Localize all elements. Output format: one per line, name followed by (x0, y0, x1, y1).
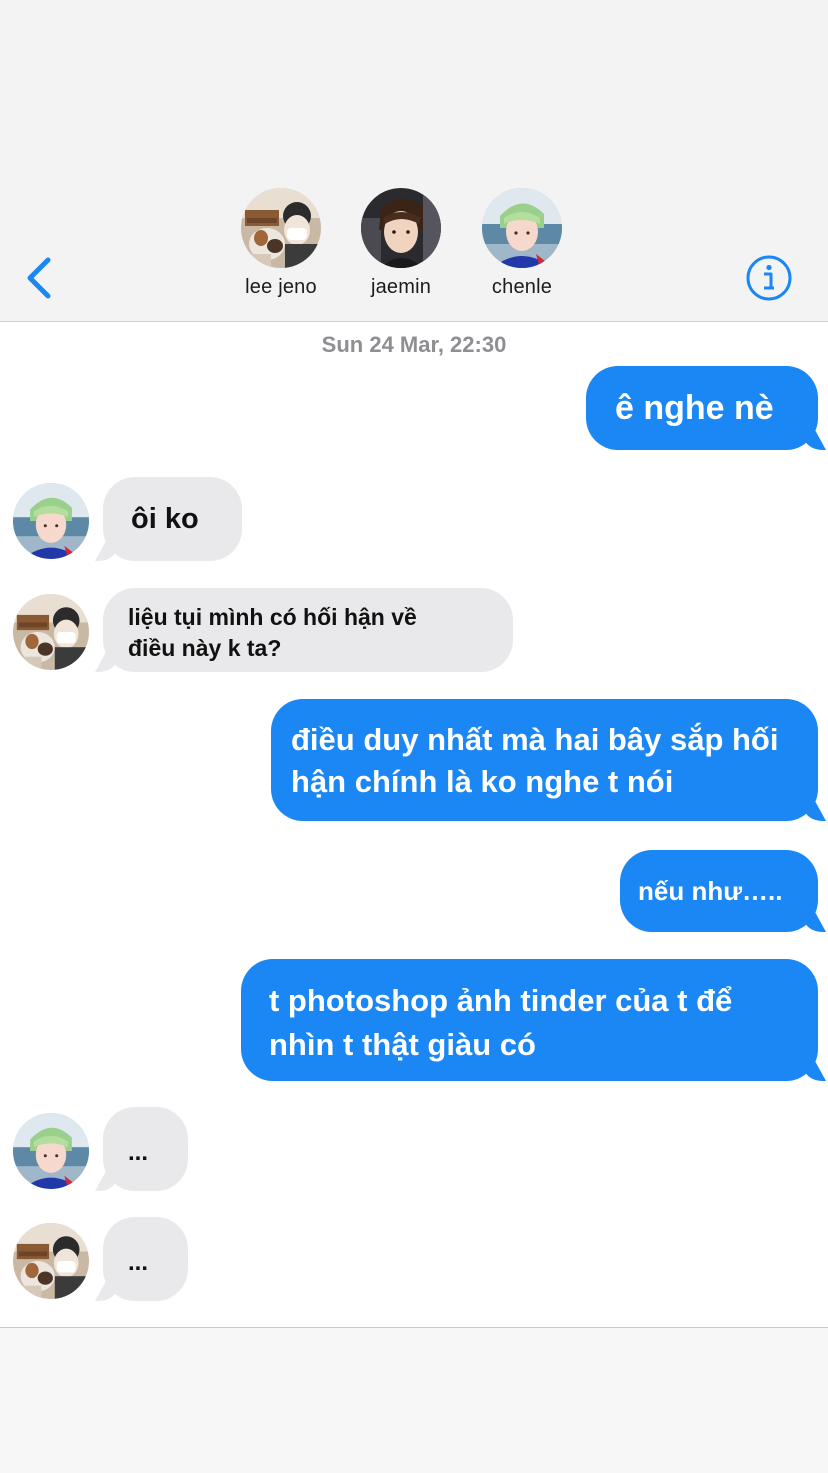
chevron-left-icon (27, 257, 51, 299)
conversation-header: lee jeno jaemin chenle (0, 0, 828, 322)
participant-name: lee jeno (245, 276, 317, 298)
back-button[interactable] (20, 252, 60, 304)
incoming-message[interactable]: ôi ko (103, 477, 242, 561)
info-button[interactable] (745, 254, 793, 302)
sender-avatar-lee-jeno[interactable] (13, 594, 89, 670)
avatar (13, 594, 89, 670)
sender-avatar-chenle[interactable] (13, 1113, 89, 1189)
message-text: ... (128, 1139, 149, 1166)
outgoing-message[interactable]: nếu như….. (620, 850, 818, 932)
sender-avatar-lee-jeno[interactable] (13, 1223, 89, 1299)
sender-avatar-chenle[interactable] (13, 483, 89, 559)
participant-lee-jeno[interactable]: lee jeno (221, 188, 341, 299)
outgoing-message[interactable]: ê nghe nè (586, 366, 818, 450)
bottom-input-area (0, 1327, 828, 1473)
participant-name: jaemin (370, 276, 432, 298)
message-timestamp: Sun 24 Mar, 22:30 (321, 332, 507, 357)
message-line: liệu tụi mình có hối hận về (128, 604, 417, 630)
participant-name: chenle (491, 276, 553, 298)
message-line: điều duy nhất mà hai bây sắp hối (291, 722, 779, 757)
message-line: t photoshop ảnh tinder của t để (269, 983, 733, 1018)
message-line: nhìn t thật giàu có (269, 1027, 536, 1062)
incoming-message[interactable]: liệu tụi mình có hối hận về điều này k t… (103, 588, 513, 672)
participant-chenle[interactable]: chenle (462, 188, 582, 299)
message-text: ... (128, 1249, 149, 1276)
incoming-message[interactable]: ... (103, 1217, 188, 1301)
message-text: nếu như….. (638, 876, 783, 906)
avatar (13, 483, 89, 559)
avatar (241, 188, 321, 268)
participant-jaemin[interactable]: jaemin (341, 188, 461, 299)
avatar (482, 188, 562, 268)
outgoing-message[interactable]: t photoshop ảnh tinder của t để nhìn t t… (241, 959, 818, 1081)
avatar (13, 1223, 89, 1299)
message-text: ôi ko (131, 503, 199, 535)
message-line: điều này k ta? (128, 635, 282, 661)
avatar (13, 1113, 89, 1189)
avatar (361, 188, 441, 268)
message-line: hận chính là ko nghe t nói (291, 764, 674, 799)
incoming-message[interactable]: ... (103, 1107, 188, 1191)
info-circle-icon (746, 255, 792, 301)
outgoing-message[interactable]: điều duy nhất mà hai bây sắp hối hận chí… (271, 699, 818, 821)
message-text: ê nghe nè (615, 389, 774, 427)
